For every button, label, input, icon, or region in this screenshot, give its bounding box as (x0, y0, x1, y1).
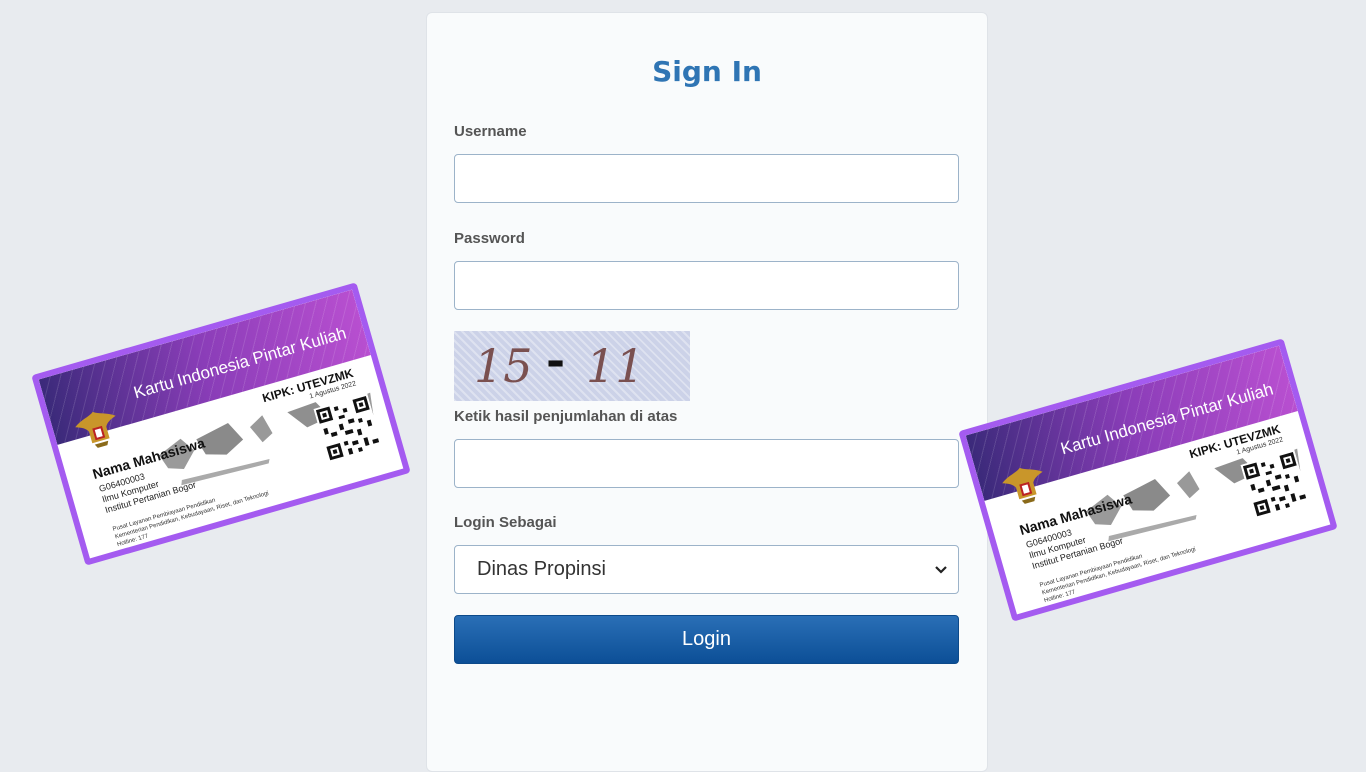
captcha-image: 15 - 11 (454, 331, 690, 401)
chevron-down-icon (935, 565, 947, 574)
page-title: Sign In (652, 55, 762, 88)
kip-card-right: Kartu Indonesia Pintar Kuliah KIPK: UTEV… (958, 338, 1338, 622)
role-select[interactable]: Dinas Propinsi (454, 545, 959, 594)
password-label: Password (454, 230, 525, 247)
role-label: Login Sebagai (454, 514, 557, 531)
captcha-operator: - (546, 333, 566, 387)
role-selected-value: Dinas Propinsi (477, 558, 606, 580)
login-button[interactable]: Login (454, 615, 959, 664)
username-input[interactable] (454, 154, 959, 203)
captcha-left-number: 15 (474, 339, 533, 393)
captcha-right-number: 11 (586, 339, 645, 393)
kip-card-left: Kartu Indonesia Pintar Kuliah KIPK: UTEV… (31, 282, 411, 566)
captcha-label: Ketik hasil penjumlahan di atas (454, 408, 678, 425)
captcha-input[interactable] (454, 439, 959, 488)
password-input[interactable] (454, 261, 959, 310)
username-label: Username (454, 123, 527, 140)
login-panel: Sign In Username Password 15 - 11 Ketik … (426, 12, 988, 772)
